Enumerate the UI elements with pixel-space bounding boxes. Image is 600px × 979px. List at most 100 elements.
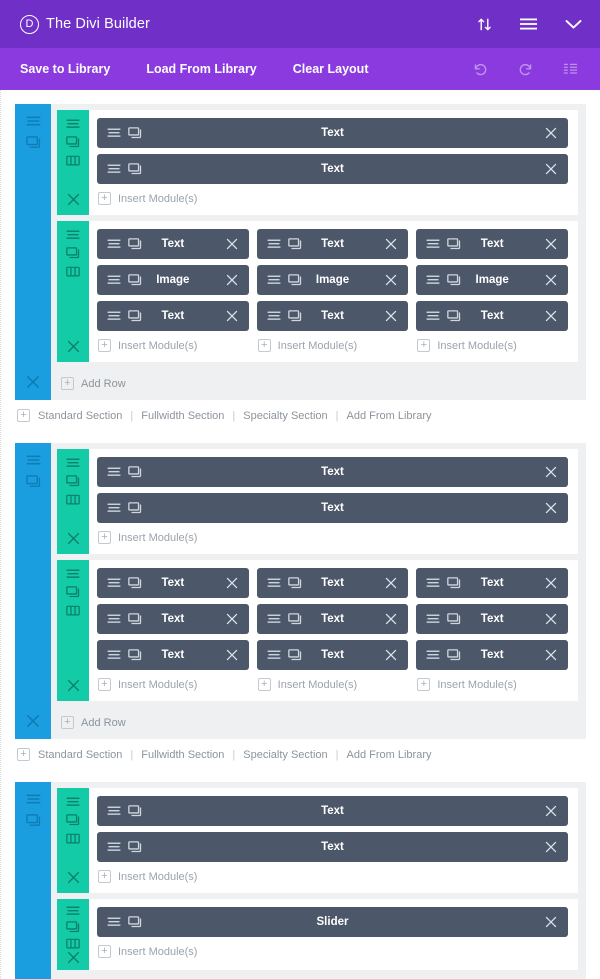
module-delete-icon[interactable] (544, 126, 558, 140)
module-settings-icon[interactable] (107, 806, 121, 816)
row-delete-icon[interactable] (66, 870, 81, 885)
module-delete-icon[interactable] (384, 237, 398, 251)
add-fullwidth-section-link[interactable]: Fullwidth Section (141, 410, 224, 422)
insert-modules-button[interactable]: + Insert Module(s) (257, 676, 409, 695)
insert-modules-button[interactable]: + Insert Module(s) (416, 676, 568, 695)
module-clone-icon[interactable] (128, 613, 142, 625)
insert-modules-button[interactable]: + Insert Module(s) (97, 529, 568, 548)
module-settings-icon[interactable] (107, 503, 121, 513)
module-delete-icon[interactable] (544, 576, 558, 590)
module-bar[interactable]: Text (97, 604, 249, 634)
module-settings-icon[interactable] (107, 128, 121, 138)
add-specialty-section-link[interactable]: Specialty Section (243, 410, 327, 422)
module-bar[interactable]: Text (256, 301, 409, 331)
module-settings-icon[interactable] (107, 578, 121, 588)
module-bar[interactable]: Text (256, 568, 409, 598)
module-delete-icon[interactable] (384, 309, 398, 323)
section-clone-icon[interactable] (25, 136, 41, 149)
module-delete-icon[interactable] (544, 162, 558, 176)
module-bar[interactable]: Text (97, 457, 568, 487)
module-bar[interactable]: Text (97, 493, 568, 523)
module-delete-icon[interactable] (225, 237, 239, 251)
module-clone-icon[interactable] (447, 649, 461, 661)
module-bar[interactable]: Text (416, 229, 569, 259)
module-clone-icon[interactable] (128, 466, 142, 478)
section-delete-icon[interactable] (25, 374, 41, 390)
module-clone-icon[interactable] (447, 238, 461, 250)
add-standard-section-link[interactable]: Standard Section (38, 410, 122, 422)
row-clone-icon[interactable] (66, 475, 80, 487)
section-clone-icon[interactable] (25, 814, 41, 827)
row-settings-icon[interactable] (66, 906, 80, 916)
chevron-down-icon[interactable] (565, 19, 582, 30)
row-clone-icon[interactable] (66, 921, 80, 933)
module-delete-icon[interactable] (544, 465, 558, 479)
row-delete-icon[interactable] (66, 950, 81, 965)
module-delete-icon[interactable] (544, 612, 558, 626)
module-bar[interactable]: Text (416, 604, 569, 634)
module-clone-icon[interactable] (287, 577, 302, 589)
save-to-library-button[interactable]: Save to Library (20, 62, 110, 76)
module-bar[interactable]: Text (256, 604, 409, 634)
module-settings-icon[interactable] (267, 650, 281, 660)
module-delete-icon[interactable] (225, 309, 239, 323)
module-clone-icon[interactable] (128, 274, 142, 286)
add-standard-section-link[interactable]: Standard Section (38, 749, 122, 761)
module-settings-icon[interactable] (107, 311, 121, 321)
module-clone-icon[interactable] (287, 613, 302, 625)
add-from-library-link[interactable]: Add From Library (347, 749, 432, 761)
row-columns-icon[interactable] (66, 833, 80, 844)
module-delete-icon[interactable] (544, 648, 558, 662)
module-settings-icon[interactable] (267, 614, 281, 624)
add-row-button[interactable]: +Add Row (51, 975, 586, 979)
module-bar[interactable]: Image (416, 265, 569, 295)
module-clone-icon[interactable] (128, 310, 142, 322)
module-clone-icon[interactable] (128, 841, 142, 853)
insert-modules-button[interactable]: + Insert Module(s) (97, 190, 568, 209)
redo-icon[interactable] (518, 62, 533, 77)
module-settings-icon[interactable] (267, 275, 281, 285)
clear-layout-button[interactable]: Clear Layout (293, 62, 369, 76)
module-bar[interactable]: Text (97, 568, 249, 598)
row-delete-icon[interactable] (66, 531, 81, 546)
row-clone-icon[interactable] (66, 586, 80, 598)
module-delete-icon[interactable] (384, 273, 398, 287)
module-clone-icon[interactable] (287, 649, 302, 661)
insert-modules-button[interactable]: + Insert Module(s) (97, 868, 568, 887)
module-clone-icon[interactable] (447, 613, 461, 625)
module-clone-icon[interactable] (447, 274, 461, 286)
row-delete-icon[interactable] (66, 339, 81, 354)
row-columns-icon[interactable] (66, 155, 80, 166)
section-settings-icon[interactable] (26, 455, 41, 466)
undo-icon[interactable] (473, 62, 488, 77)
row-delete-icon[interactable] (66, 192, 81, 207)
module-clone-icon[interactable] (287, 310, 302, 322)
add-from-library-link[interactable]: Add From Library (347, 410, 432, 422)
section-settings-icon[interactable] (26, 794, 41, 805)
module-delete-icon[interactable] (384, 612, 398, 626)
module-delete-icon[interactable] (544, 309, 558, 323)
row-settings-icon[interactable] (66, 569, 80, 579)
module-clone-icon[interactable] (128, 238, 142, 250)
row-clone-icon[interactable] (66, 247, 80, 259)
module-settings-icon[interactable] (107, 614, 121, 624)
module-clone-icon[interactable] (128, 916, 142, 928)
row-columns-icon[interactable] (66, 938, 80, 949)
insert-modules-button[interactable]: + Insert Module(s) (97, 337, 249, 356)
insert-modules-button[interactable]: + Insert Module(s) (257, 337, 409, 356)
module-bar[interactable]: Text (97, 229, 249, 259)
module-bar[interactable]: Text (97, 154, 568, 184)
row-settings-icon[interactable] (66, 458, 80, 468)
module-bar[interactable]: Text (416, 568, 569, 598)
module-clone-icon[interactable] (447, 310, 461, 322)
module-delete-icon[interactable] (544, 915, 558, 929)
row-settings-icon[interactable] (66, 119, 80, 129)
module-delete-icon[interactable] (225, 273, 239, 287)
module-clone-icon[interactable] (128, 649, 142, 661)
module-settings-icon[interactable] (107, 164, 121, 174)
module-delete-icon[interactable] (384, 648, 398, 662)
module-bar[interactable]: Image (256, 265, 409, 295)
section-delete-icon[interactable] (25, 713, 41, 729)
row-delete-icon[interactable] (66, 678, 81, 693)
add-row-button[interactable]: +Add Row (51, 368, 586, 400)
